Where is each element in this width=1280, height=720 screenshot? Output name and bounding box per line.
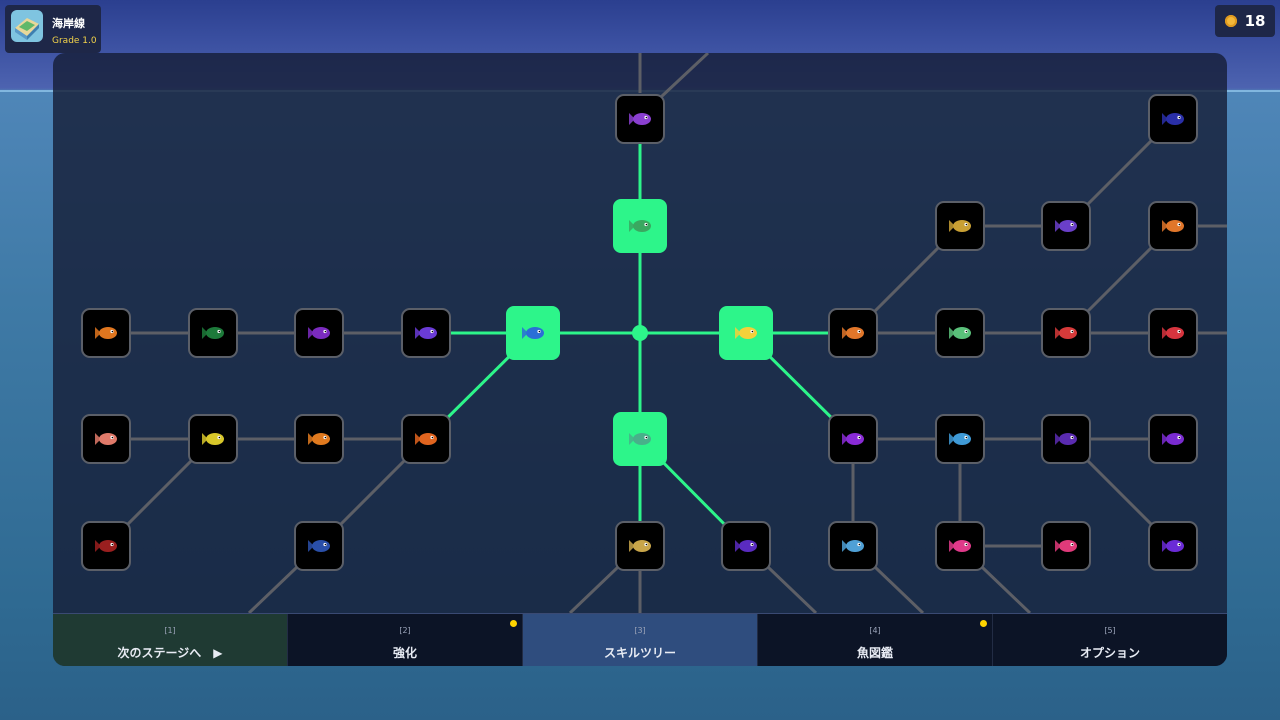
skill-node-o[interactable] (1041, 308, 1091, 358)
skill-node-p[interactable] (1148, 308, 1198, 358)
tab-label: オプション (1079, 646, 1140, 660)
skill-node-e[interactable] (81, 414, 131, 464)
skill-node-k[interactable] (615, 521, 665, 571)
skill-node-x[interactable] (1148, 414, 1198, 464)
skill-node-y[interactable] (828, 521, 878, 571)
coin-count: 18 (1244, 12, 1266, 30)
fish-icon (629, 220, 651, 232)
tab-label: 魚図鑑 (856, 646, 893, 660)
tab-label: スキルツリー (603, 646, 676, 660)
fish-icon (949, 220, 971, 232)
fish-icon (202, 433, 224, 445)
skill-node-c1[interactable] (613, 199, 667, 253)
skill-node-right[interactable] (719, 306, 773, 360)
fish-icon (629, 113, 651, 125)
skill-node-s[interactable] (1148, 201, 1198, 251)
fish-icon (949, 433, 971, 445)
skill-node-c[interactable] (294, 308, 344, 358)
skill-node-u[interactable] (828, 414, 878, 464)
coin-counter: 18 (1215, 5, 1275, 37)
stage-thumbnail (11, 10, 43, 42)
fish-icon (308, 327, 330, 339)
fish-icon (1162, 540, 1184, 552)
stage-badge: 海岸線 Grade 1.0 (5, 5, 101, 53)
skill-node-b[interactable] (188, 308, 238, 358)
notification-dot (510, 620, 517, 627)
skill-node-left[interactable] (506, 306, 560, 360)
skill-node-n[interactable] (935, 308, 985, 358)
tab-label: 次のステージへ ▶ (117, 646, 223, 660)
stage-name: 海岸線 (52, 17, 85, 30)
tab-skill-tree[interactable]: [3] スキルツリー (523, 614, 758, 666)
fish-icon (95, 327, 117, 339)
skill-node-g[interactable] (294, 414, 344, 464)
fish-icon (1055, 327, 1077, 339)
fish-icon (629, 540, 651, 552)
tab-key: [2] (399, 626, 411, 635)
fish-icon (415, 433, 437, 445)
skill-node-l[interactable] (721, 521, 771, 571)
skill-tree-panel: [1] 次のステージへ ▶ [2] 強化 [3] スキルツリー [4] 魚図鑑 … (53, 53, 1227, 666)
notification-dot (980, 620, 987, 627)
fish-icon (735, 540, 757, 552)
skill-node-z[interactable] (935, 521, 985, 571)
coin-icon (1224, 15, 1237, 27)
fish-icon (1162, 433, 1184, 445)
skill-node-h[interactable] (401, 414, 451, 464)
fish-icon (522, 327, 544, 339)
tab-fish-encyclopedia[interactable]: [4] 魚図鑑 (758, 614, 993, 666)
skill-node-m[interactable] (828, 308, 878, 358)
fish-icon (202, 327, 224, 339)
tab-label: 強化 (392, 646, 417, 660)
fish-icon (842, 327, 864, 339)
fish-icon (95, 540, 117, 552)
fish-icon (1055, 433, 1077, 445)
skill-node-j[interactable] (294, 521, 344, 571)
fish-icon (1055, 220, 1077, 232)
tab-key: [3] (634, 626, 646, 635)
skill-node-t[interactable] (1148, 94, 1198, 144)
skill-node-r[interactable] (1041, 201, 1091, 251)
fish-icon (1162, 113, 1184, 125)
fish-icon (629, 433, 651, 445)
skill-node-down[interactable] (613, 412, 667, 466)
skill-node-aa[interactable] (1041, 521, 1091, 571)
bottom-menu: [1] 次のステージへ ▶ [2] 強化 [3] スキルツリー [4] 魚図鑑 … (53, 613, 1227, 666)
skill-node-d[interactable] (401, 308, 451, 358)
skill-node-w[interactable] (1041, 414, 1091, 464)
tab-key: [1] (164, 626, 176, 635)
fish-icon (842, 433, 864, 445)
fish-icon (95, 433, 117, 445)
fish-icon (949, 540, 971, 552)
fish-icon (415, 327, 437, 339)
fish-icon (308, 540, 330, 552)
fish-icon (308, 433, 330, 445)
skill-tree-root (632, 325, 648, 341)
skill-node-f[interactable] (188, 414, 238, 464)
skill-node-q[interactable] (935, 201, 985, 251)
skill-node-a[interactable] (81, 308, 131, 358)
fish-icon (1162, 220, 1184, 232)
tab-key: [5] (1104, 626, 1116, 635)
skill-node-top[interactable] (615, 94, 665, 144)
skill-node-ab[interactable] (1148, 521, 1198, 571)
fish-icon (949, 327, 971, 339)
tab-options[interactable]: [5] オプション (993, 614, 1227, 666)
fish-icon (842, 540, 864, 552)
tab-upgrade[interactable]: [2] 強化 (288, 614, 523, 666)
tab-next-stage[interactable]: [1] 次のステージへ ▶ (53, 614, 288, 666)
skill-node-i[interactable] (81, 521, 131, 571)
fish-icon (1162, 327, 1184, 339)
fish-icon (1055, 540, 1077, 552)
tab-key: [4] (869, 626, 881, 635)
stage-grade: Grade 1.0 (52, 36, 97, 46)
skill-node-v[interactable] (935, 414, 985, 464)
fish-icon (735, 327, 757, 339)
